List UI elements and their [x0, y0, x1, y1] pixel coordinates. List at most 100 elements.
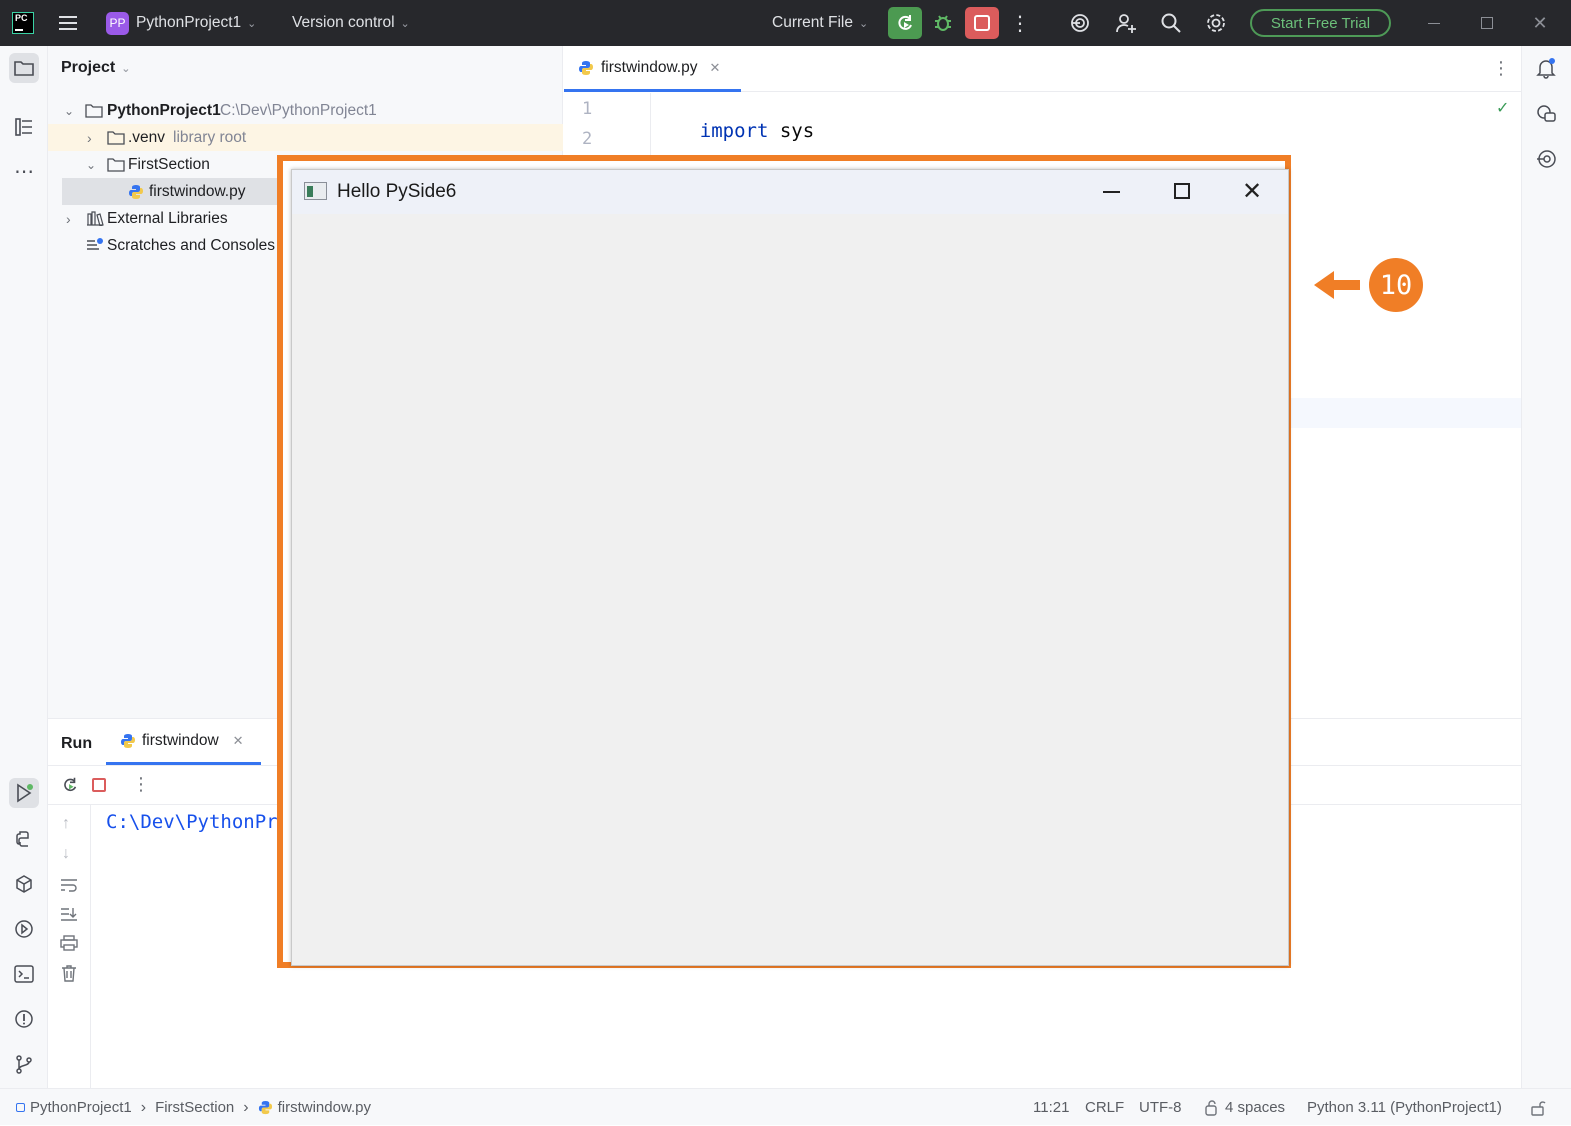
tree-item-venv[interactable]: › .venv library root — [48, 124, 563, 151]
menu-icon[interactable] — [54, 9, 82, 37]
more-icon[interactable]: ⋮ — [1006, 9, 1034, 37]
learn-icon[interactable] — [1531, 144, 1561, 174]
structure-icon[interactable] — [9, 112, 39, 142]
folder-icon[interactable] — [9, 53, 39, 83]
soft-wrap-icon[interactable] — [60, 877, 78, 897]
line-ending[interactable]: CRLF — [1085, 1089, 1124, 1126]
qt-window[interactable]: Hello PySide6 ✕ — [291, 169, 1289, 966]
console-output: C:\Dev\PythonPr — [106, 811, 278, 833]
stop-button[interactable] — [965, 7, 999, 39]
breadcrumb-item[interactable]: firstwindow.py — [278, 1099, 371, 1116]
tree-label: PythonProject1 — [107, 101, 221, 119]
rerun-button[interactable] — [888, 7, 922, 39]
arrow-down-icon[interactable]: ↓ — [62, 845, 70, 863]
stop-icon[interactable] — [92, 778, 106, 792]
project-switcher[interactable]: PP PythonProject1 ⌄ — [106, 0, 256, 46]
title-bar: PC PP PythonProject1 ⌄ Version control ⌄… — [0, 0, 1571, 46]
version-control-menu[interactable]: Version control ⌄ — [292, 0, 410, 46]
editor-options-icon[interactable]: ⋮ — [1492, 58, 1510, 79]
arrow-left-icon — [1314, 271, 1360, 299]
scroll-to-end-icon[interactable] — [60, 906, 78, 926]
run-config-selector[interactable]: Current File ⌄ — [772, 0, 868, 46]
chevron-right-icon: › — [243, 1098, 249, 1116]
close-icon[interactable]: ✕ — [1526, 9, 1554, 37]
maximize-icon[interactable] — [1473, 9, 1501, 37]
status-bar: PythonProject1 › FirstSection › firstwin… — [0, 1088, 1571, 1125]
tree-label: .venv — [128, 128, 166, 146]
python-file-icon — [258, 1100, 272, 1115]
services-icon[interactable] — [9, 914, 39, 944]
run-tab[interactable]: firstwindow ✕ — [106, 719, 261, 765]
trial-label: Start Free Trial — [1270, 14, 1371, 32]
library-icon — [87, 211, 104, 226]
problems-icon[interactable] — [9, 1004, 39, 1034]
start-free-trial-button[interactable]: Start Free Trial — [1250, 9, 1391, 37]
python-interpreter[interactable]: Python 3.11 (PythonProject1) — [1307, 1089, 1502, 1126]
breadcrumb-item[interactable]: FirstSection — [155, 1099, 234, 1116]
tree-path: C:\Dev\PythonProject1 — [220, 101, 377, 119]
close-tab-icon[interactable]: ✕ — [709, 60, 720, 76]
qt-window-title: Hello PySide6 — [337, 181, 457, 202]
qt-window-titlebar[interactable]: Hello PySide6 ✕ — [292, 170, 1288, 214]
file-encoding[interactable]: UTF-8 — [1139, 1089, 1182, 1126]
git-branch-icon[interactable] — [9, 1049, 39, 1079]
run-config-label: Current File — [772, 14, 853, 31]
more-tools-icon[interactable]: ⋯ — [9, 156, 39, 186]
gear-icon[interactable] — [1202, 9, 1230, 37]
scratches-icon — [87, 238, 103, 250]
chevron-down-icon: ⌄ — [86, 157, 97, 172]
run-panel-title: Run — [61, 735, 93, 752]
chevron-down-icon: ⌄ — [64, 103, 75, 118]
chevron-right-icon: › — [140, 1098, 147, 1116]
ai-chat-icon[interactable] — [1531, 99, 1561, 129]
cursor-position[interactable]: 11:21 — [1033, 1089, 1069, 1126]
chevron-right-icon: › — [66, 210, 71, 227]
terminal-icon[interactable] — [9, 959, 39, 989]
minimize-icon[interactable] — [1103, 191, 1120, 193]
close-tab-icon[interactable]: ✕ — [233, 733, 244, 749]
folder-icon — [107, 130, 125, 145]
pycharm-logo[interactable]: PC — [12, 12, 34, 34]
maximize-icon[interactable] — [1174, 183, 1190, 199]
project-name: PythonProject1 — [136, 14, 242, 31]
editor-tab[interactable]: firstwindow.py ✕ — [564, 46, 741, 92]
folder-icon — [107, 157, 125, 172]
python-packages-icon[interactable] — [9, 869, 39, 899]
rerun-icon[interactable] — [61, 776, 79, 798]
print-icon[interactable] — [60, 935, 78, 955]
minimize-icon[interactable] — [1420, 9, 1448, 37]
step-callout: 10 — [1314, 257, 1424, 313]
stop-icon — [974, 15, 990, 31]
module-icon — [16, 1103, 25, 1112]
project-badge: PP — [106, 11, 129, 35]
more-icon[interactable]: ⋮ — [132, 774, 150, 795]
breadcrumb-item[interactable]: PythonProject1 — [30, 1099, 132, 1116]
tree-item-root[interactable]: ⌄ PythonProject1 C:\Dev\PythonProject1 — [48, 97, 563, 124]
add-user-icon[interactable] — [1112, 9, 1140, 37]
indent-setting[interactable]: 4 spaces — [1205, 1089, 1285, 1126]
tree-label: Scratches and Consoles — [107, 236, 276, 254]
python-console-icon[interactable] — [9, 824, 39, 854]
close-icon[interactable]: ✕ — [1242, 177, 1262, 206]
code-text: sys — [768, 120, 815, 142]
run-tab-label: firstwindow — [142, 731, 219, 749]
debug-icon[interactable] — [929, 9, 957, 37]
tree-note: library root — [173, 128, 247, 146]
code-keyword: import — [699, 120, 769, 142]
tree-label: External Libraries — [107, 209, 228, 227]
notifications-icon[interactable] — [1531, 53, 1561, 83]
lock-icon[interactable] — [1531, 1089, 1546, 1126]
tree-label: FirstSection — [128, 155, 210, 173]
run-tool-icon[interactable] — [9, 778, 39, 808]
inspection-ok-icon[interactable]: ✓ — [1496, 98, 1509, 118]
ai-icon[interactable] — [1066, 9, 1094, 37]
window-app-icon — [304, 182, 327, 200]
search-icon[interactable] — [1157, 9, 1185, 37]
chevron-down-icon: ⌄ — [400, 17, 410, 30]
trash-icon[interactable] — [61, 964, 77, 986]
rerun-icon — [898, 15, 912, 30]
arrow-up-icon[interactable]: ↑ — [62, 815, 70, 833]
project-panel-header[interactable]: Project ⌄ — [61, 59, 130, 77]
highlight-frame: Hello PySide6 ✕ — [277, 155, 1291, 968]
chevron-down-icon: ⌄ — [247, 17, 257, 30]
